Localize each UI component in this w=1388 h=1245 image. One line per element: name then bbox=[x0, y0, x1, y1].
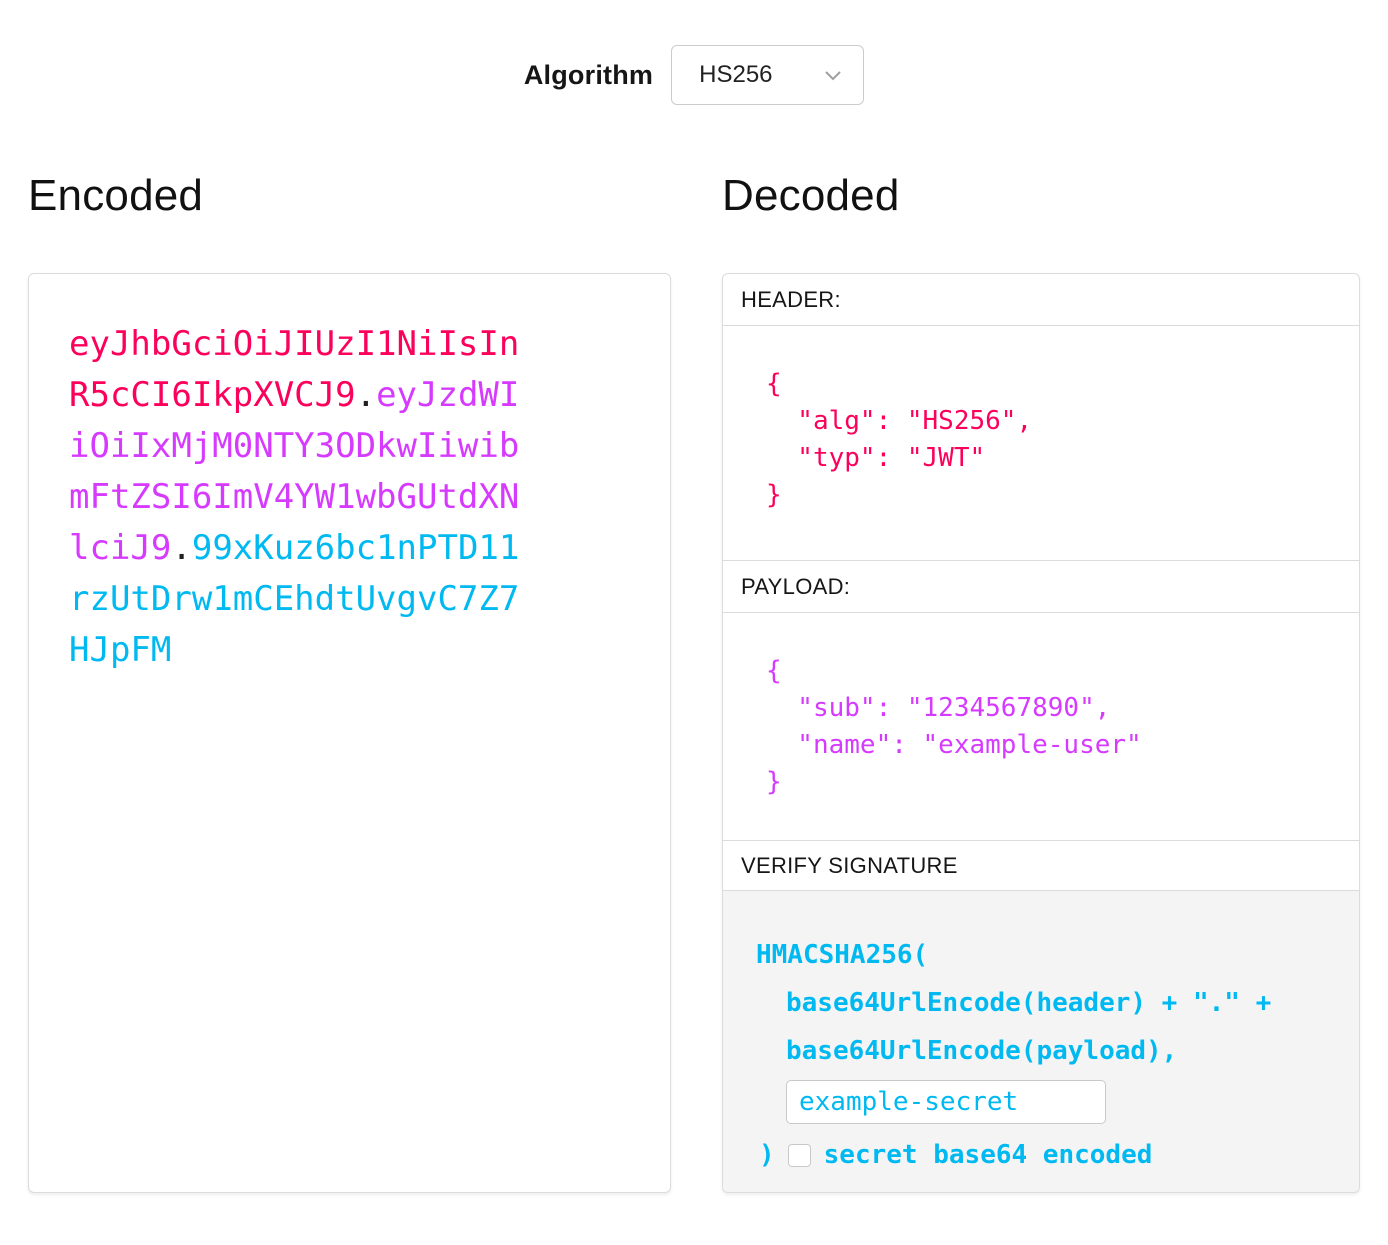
decoded-column: Decoded HEADER: { "alg": "HS256", "typ":… bbox=[722, 170, 1360, 1193]
encoded-title: Encoded bbox=[28, 170, 671, 222]
signature-bottom-row: ) secret base64 encoded bbox=[756, 1140, 1359, 1170]
header-json-editor[interactable]: { "alg": "HS256", "typ": "JWT" } bbox=[723, 326, 1359, 561]
signature-code-line-3: base64UrlEncode(payload), bbox=[786, 1027, 1359, 1075]
encoded-column: Encoded eyJhbGciOiJIUzI1NiIsInR5cCI6IkpX… bbox=[28, 170, 671, 1193]
header-section-label: HEADER: bbox=[723, 274, 1359, 326]
algorithm-label: Algorithm bbox=[524, 60, 653, 91]
verify-signature-label: VERIFY SIGNATURE bbox=[723, 841, 1359, 891]
signature-close-paren: ) bbox=[759, 1140, 775, 1170]
payload-json-editor[interactable]: { "sub": "1234567890", "name": "example-… bbox=[723, 613, 1359, 841]
chevron-down-icon bbox=[821, 63, 845, 87]
decoded-title: Decoded bbox=[722, 170, 1360, 222]
signature-code-line-1: HMACSHA256( bbox=[756, 931, 1359, 979]
encoded-token-editor[interactable]: eyJhbGciOiJIUzI1NiIsInR5cCI6IkpXVCJ9.eyJ… bbox=[28, 273, 671, 1193]
decoded-panel: HEADER: { "alg": "HS256", "typ": "JWT" }… bbox=[722, 273, 1360, 1193]
algorithm-select[interactable]: HS256 bbox=[671, 45, 864, 105]
payload-section-label: PAYLOAD: bbox=[723, 561, 1359, 613]
secret-input[interactable] bbox=[786, 1080, 1106, 1124]
secret-base64-label[interactable]: secret base64 encoded bbox=[824, 1140, 1153, 1170]
algorithm-selected-value: HS256 bbox=[699, 61, 772, 89]
signature-code-line-2: base64UrlEncode(header) + "." + bbox=[786, 979, 1359, 1027]
token-dot-separator: . bbox=[356, 375, 376, 415]
secret-base64-checkbox[interactable] bbox=[788, 1144, 811, 1167]
jwt-token-text[interactable]: eyJhbGciOiJIUzI1NiIsInR5cCI6IkpXVCJ9.eyJ… bbox=[69, 319, 521, 676]
token-dot-separator: . bbox=[171, 528, 191, 568]
algorithm-toolbar: Algorithm HS256 bbox=[0, 45, 1388, 105]
verify-signature-area: HMACSHA256( base64UrlEncode(header) + ".… bbox=[723, 891, 1359, 1192]
